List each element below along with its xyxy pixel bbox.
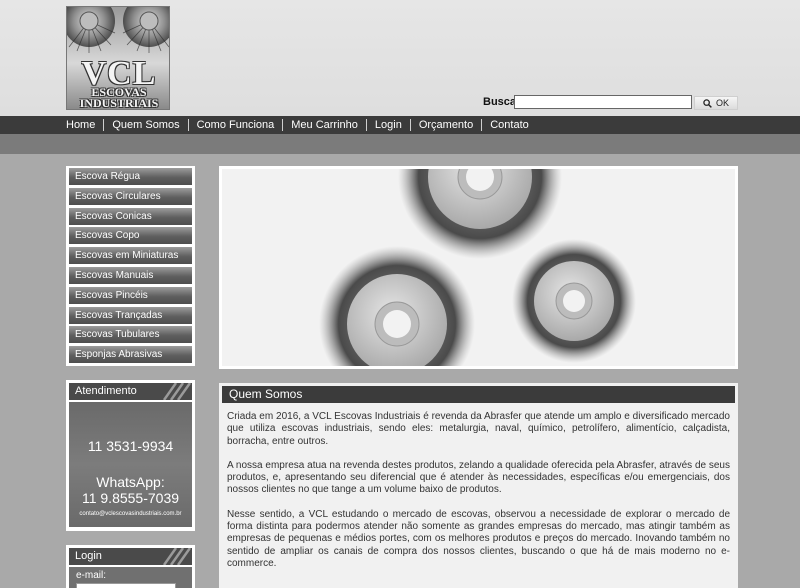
- nav-orcamento[interactable]: Orçamento: [411, 119, 483, 131]
- logo-line2: INDUSTRIAIS: [79, 96, 159, 110]
- whatsapp-number[interactable]: 11 9.8555-7039: [69, 490, 192, 506]
- logo-sub-text: ESCOVAS INDUSTRIAIS: [67, 86, 169, 110]
- atendimento-header: Atendimento: [69, 383, 192, 400]
- menu-item-escovas-tubulares[interactable]: Escovas Tubulares: [69, 326, 192, 344]
- menu-item-escovas-copo[interactable]: Escovas Copo: [69, 227, 192, 245]
- sub-bar: [0, 134, 800, 154]
- menu-item-escovas-trancadas[interactable]: Escovas Trançadas: [69, 306, 192, 324]
- menu-item-escovas-miniaturas[interactable]: Escovas em Miniaturas: [69, 247, 192, 265]
- category-menu: Escova Régua Escovas Circulares Escovas …: [66, 166, 195, 366]
- login-email-label: e-mail:: [76, 570, 107, 581]
- phone-number[interactable]: 11 3531-9934: [69, 438, 192, 454]
- stripes-decoration-icon: [162, 548, 192, 565]
- content-panel: Quem Somos Criada em 2016, a VCL Escovas…: [219, 383, 738, 588]
- nav-meu-carrinho[interactable]: Meu Carrinho: [283, 119, 367, 131]
- vcl-logo[interactable]: VCL ESCOVAS INDUSTRIAIS: [66, 6, 170, 110]
- login-email-input[interactable]: [76, 583, 176, 588]
- search-input[interactable]: [514, 95, 692, 109]
- header: VCL ESCOVAS INDUSTRIAIS Busca: OK: [0, 0, 800, 116]
- menu-item-escovas-circulares[interactable]: Escovas Circulares: [69, 187, 192, 205]
- wire-brushes-photo: [222, 169, 735, 366]
- atendimento-box: Atendimento 11 3531-9934 WhatsApp: 11 9.…: [66, 380, 195, 531]
- menu-item-esponjas-abrasivas[interactable]: Esponjas Abrasivas: [69, 346, 192, 364]
- content-title: Quem Somos: [222, 386, 735, 403]
- nav-como-funciona[interactable]: Como Funciona: [189, 119, 284, 131]
- menu-item-escovas-manuais[interactable]: Escovas Manuais: [69, 266, 192, 284]
- login-body: e-mail:: [69, 567, 192, 588]
- nav-contato[interactable]: Contato: [482, 119, 537, 131]
- nav-home[interactable]: Home: [58, 119, 105, 131]
- search-button[interactable]: OK: [694, 96, 738, 110]
- content-paragraph-2: A nossa empresa atua na revenda destes p…: [227, 459, 730, 496]
- search-icon: [703, 98, 712, 108]
- content-paragraph-3: Nesse sentido, a VCL estudando o mercado…: [227, 508, 730, 569]
- atendimento-body: 11 3531-9934 WhatsApp: 11 9.8555-7039 co…: [69, 402, 192, 527]
- atendimento-title: Atendimento: [75, 385, 137, 397]
- search-button-label: OK: [715, 98, 729, 108]
- login-title: Login: [75, 550, 102, 562]
- content-paragraph-1: Criada em 2016, a VCL Escovas Industriai…: [227, 411, 730, 447]
- contact-email[interactable]: contato@vclescovasindustriais.com.br: [69, 511, 192, 517]
- whatsapp-label: WhatsApp:: [96, 474, 165, 490]
- nav-login[interactable]: Login: [367, 119, 411, 131]
- banner-image: [219, 166, 738, 369]
- content-body: Criada em 2016, a VCL Escovas Industriai…: [222, 403, 735, 570]
- login-header: Login: [69, 548, 192, 565]
- login-box: Login e-mail:: [66, 545, 195, 588]
- menu-item-escovas-conicas[interactable]: Escovas Conicas: [69, 207, 192, 225]
- stripes-decoration-icon: [162, 383, 192, 400]
- nav-quem-somos[interactable]: Quem Somos: [104, 119, 189, 131]
- menu-item-escovas-pinceis[interactable]: Escovas Pincéis: [69, 286, 192, 304]
- menu-item-escova-regua[interactable]: Escova Régua: [69, 168, 192, 185]
- main-nav: Home Quem Somos Como Funciona Meu Carrin…: [0, 116, 800, 134]
